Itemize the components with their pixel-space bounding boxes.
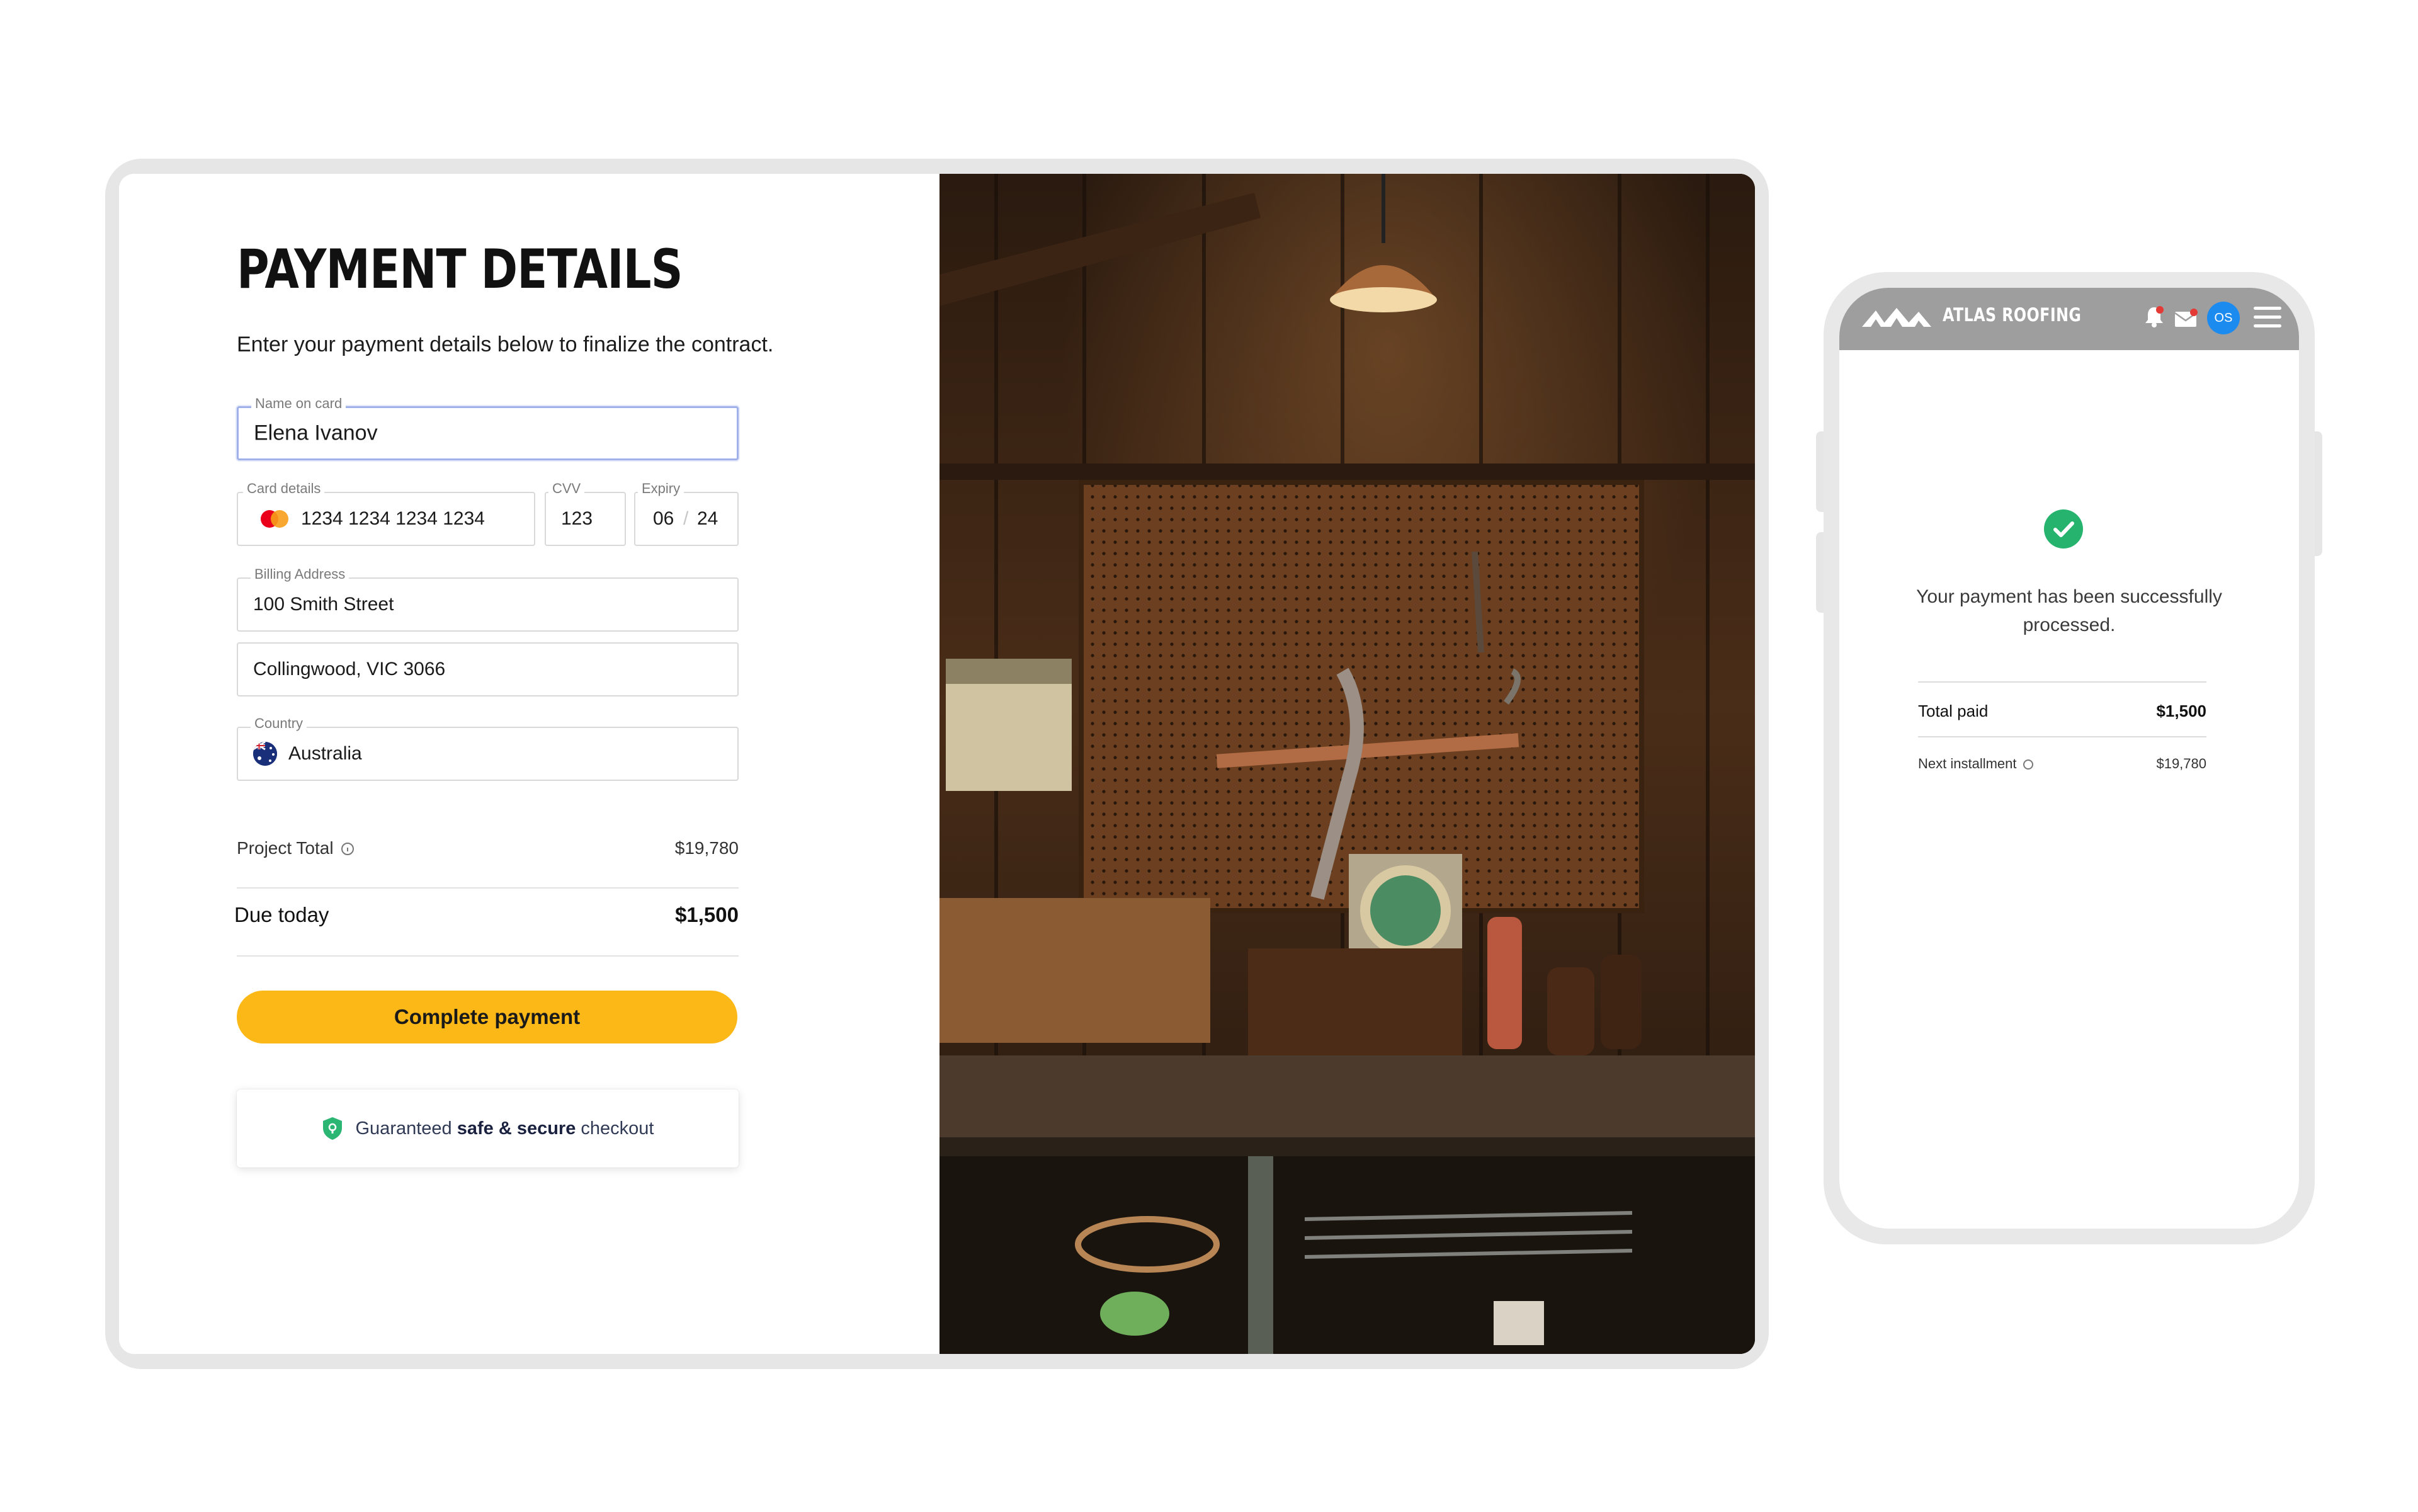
expiry-separator: / — [683, 508, 689, 529]
billing-address-label: Billing Address — [251, 565, 349, 584]
expiry-label: Expiry — [638, 479, 684, 498]
total-paid-label: Total paid — [1918, 702, 1989, 720]
country-label: Country — [251, 714, 307, 733]
australia-flag-icon — [253, 742, 277, 766]
expiry-year-value[interactable]: 24 — [697, 508, 718, 530]
next-installment-label: Next installment — [1918, 756, 2033, 772]
expiry-month-value[interactable]: 06 — [653, 508, 674, 530]
due-today-label: Due today — [234, 903, 329, 926]
mail-icon[interactable] — [2174, 308, 2198, 328]
info-icon[interactable] — [2023, 759, 2033, 770]
workshop-photo — [939, 174, 1755, 1354]
menu-icon[interactable] — [2254, 307, 2281, 328]
tablet-frame: PAYMENT DETAILS Enter your payment detai… — [105, 159, 1769, 1369]
payment-success-message: Your payment has been successfully proce… — [1916, 586, 2222, 635]
summary-divider-top — [237, 887, 739, 889]
project-total-label: Project Total — [237, 838, 354, 858]
name-on-card-value[interactable]: Elena Ivanov — [254, 421, 378, 446]
expiry-field[interactable]: Expiry 06 / 24 — [634, 479, 739, 546]
secure-suffix-text: checkout — [581, 1118, 654, 1139]
page-subtitle: Enter your payment details below to fina… — [237, 333, 774, 356]
billing-address-line2-field[interactable]: Collingwood, VIC 3066 — [237, 642, 739, 696]
page-title: PAYMENT DETAILS — [237, 238, 683, 301]
shield-icon — [322, 1117, 342, 1140]
success-check-icon — [2044, 509, 2083, 549]
due-today-value: $1,500 — [675, 903, 739, 926]
secure-bold-text: safe & secure — [457, 1118, 576, 1139]
card-number-value[interactable]: 1234 1234 1234 1234 — [301, 508, 485, 530]
country-field[interactable]: Country Australia — [237, 714, 739, 781]
billing-address-line2-value[interactable]: Collingwood, VIC 3066 — [253, 659, 445, 680]
tablet-screen: PAYMENT DETAILS Enter your payment detai… — [119, 174, 1755, 1354]
billing-address-line1-field[interactable]: Billing Address 100 Smith Street — [237, 565, 739, 632]
bell-icon[interactable] — [2144, 305, 2164, 328]
info-icon[interactable] — [341, 843, 354, 855]
total-paid-value: $1,500 — [2156, 702, 2206, 720]
card-details-field[interactable]: Card details 1234 1234 1234 1234 — [237, 479, 535, 546]
user-avatar[interactable]: OS — [2207, 302, 2240, 334]
secure-prefix-text: Guaranteed — [355, 1118, 452, 1139]
name-on-card-label: Name on card — [251, 394, 346, 413]
billing-address-line1-value[interactable]: 100 Smith Street — [253, 594, 394, 615]
brand-name: ATLAS ROOFING — [1943, 304, 2082, 326]
phone-screen: ATLAS ROOFING OS Your payment has been s… — [1839, 288, 2299, 1229]
atlas-roofing-logo-icon[interactable] — [1862, 308, 1931, 327]
mastercard-icon — [261, 510, 288, 528]
country-value[interactable]: Australia — [288, 743, 362, 765]
card-details-label: Card details — [243, 479, 325, 498]
payment-form-pane: PAYMENT DETAILS Enter your payment detai… — [119, 174, 939, 1354]
next-installment-value: $19,780 — [2156, 756, 2206, 771]
name-on-card-field[interactable]: Name on card Elena Ivanov — [237, 394, 739, 460]
project-total-value: $19,780 — [674, 838, 739, 858]
summary-divider-bottom — [237, 955, 739, 957]
phone-divider-bottom — [1918, 736, 2206, 737]
secure-checkout-badge: Guaranteed safe & secure checkout — [237, 1089, 739, 1168]
complete-payment-button[interactable]: Complete payment — [237, 991, 737, 1043]
cvv-label: CVV — [548, 479, 585, 498]
cvv-value[interactable]: 123 — [561, 508, 593, 530]
cvv-field[interactable]: CVV 123 — [545, 479, 626, 546]
phone-divider-top — [1918, 681, 2206, 683]
phone-frame: ATLAS ROOFING OS Your payment has been s… — [1824, 272, 2315, 1244]
phone-header: ATLAS ROOFING OS — [1839, 288, 2299, 350]
